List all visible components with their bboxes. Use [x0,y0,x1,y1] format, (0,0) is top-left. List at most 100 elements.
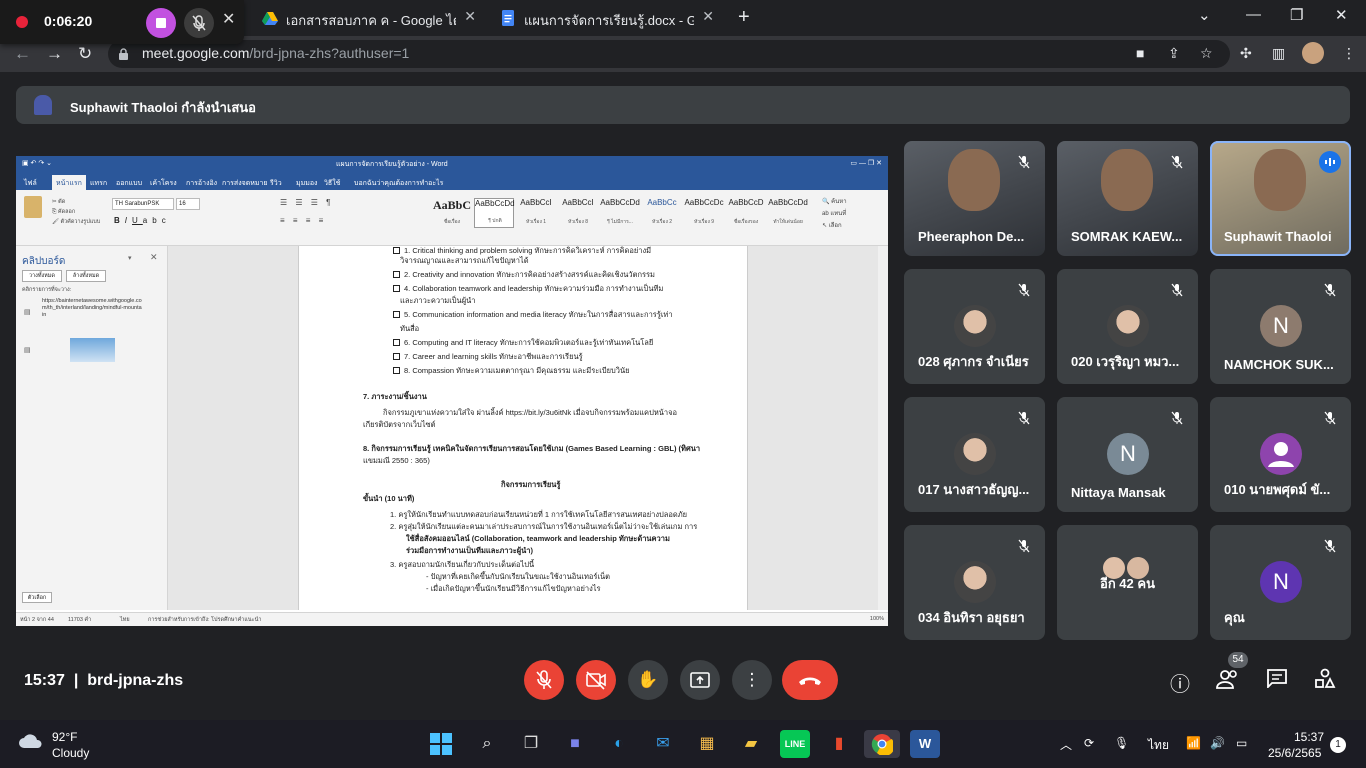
participant-tile[interactable]: อีก 42 คน [1057,525,1198,640]
meeting-details-button[interactable]: ⓘ [1170,668,1190,697]
participant-tile[interactable]: Suphawit Thaoloi [1210,141,1351,256]
more-options-button[interactable]: ⋮ [732,660,772,700]
participant-tile[interactable]: 034 อินทิรา อยุธยา [904,525,1045,640]
checkbox-icon [393,311,400,318]
word-icon[interactable]: W [910,730,940,758]
battery-icon[interactable]: ▭ [1236,736,1247,750]
close-window-button[interactable]: ✕ [1335,6,1348,24]
minimize-button[interactable]: — [1246,6,1261,23]
ribbon-tab: หน้าแรก [52,175,86,190]
paragraph-group: ☰ ☰ ☰ ¶ [280,198,334,207]
activities-button[interactable] [1314,668,1336,696]
style-sample: AaBbCcI [562,198,594,207]
present-icon [690,672,710,688]
clipboard-item-text: https://bainternetawesome.withgoogle.com… [42,298,142,318]
extensions-icon[interactable]: ✣ [1240,45,1252,62]
participant-video [1101,149,1153,211]
people-button[interactable] [1216,668,1240,696]
document-line: ใช้สื่อสังคมออนไลน์ (Collaboration, team… [406,534,670,544]
mic-muted-button[interactable] [184,8,214,38]
new-tab-button[interactable]: + [738,6,750,29]
sync-icon[interactable]: ⟳ [1084,736,1094,750]
participant-tile[interactable]: 028 ศุภากร จำเนียร [904,269,1045,384]
input-language[interactable]: ไทย [1148,736,1169,755]
leave-call-button[interactable] [782,660,838,700]
participant-tile[interactable]: N NAMCHOK SUK... [1210,269,1351,384]
start-button[interactable] [426,730,456,758]
teams-chat-icon[interactable]: ■ [560,730,590,758]
participant-photo [954,305,996,347]
line-app-icon[interactable]: LINE [780,730,810,758]
style-option: AaBbCc หัวเรื่อง 2 [642,198,682,228]
back-button[interactable]: ← [14,44,31,64]
mail-icon[interactable]: ✉ [648,730,678,758]
font-name-box: TH SarabunPSK [112,198,174,210]
chat-button[interactable] [1266,668,1288,694]
close-tab-icon[interactable]: ✕ [464,8,476,25]
share-icon[interactable]: ⇪ [1168,45,1180,62]
close-tab-icon[interactable]: ✕ [702,8,714,25]
participant-tile[interactable]: 020 เวรุริญา หมว... [1057,269,1198,384]
microphone-icon[interactable]: 🎙 [1114,736,1129,750]
file-explorer-icon[interactable]: ▰ [736,730,766,758]
google-docs-icon [502,10,514,26]
participant-tile[interactable]: 010 นายพศุดม์ ขั... [1210,397,1351,512]
mic-muted-icon [1013,535,1035,557]
present-now-button[interactable] [680,660,720,700]
style-sample: AaBbCcDd [768,198,808,207]
document-line: เกียรติบัตรจากเว็บไซต์ [363,420,435,430]
line-text: - ปัญหาที่เคยเกิดขึ้นกับนักเรียนในขณะใช้… [426,572,611,581]
line-text: กิจกรรมภูเขาแห่งความใส่ใจ ผ่านลิ้งค์ htt… [383,408,678,417]
url-path: /brd-jpna-zhs?authuser=1 [249,45,410,61]
volume-icon[interactable]: 🔊 [1210,736,1225,750]
line-text: ใช้สื่อสังคมออนไลน์ (Collaboration, team… [406,534,670,543]
menu-kebab-icon[interactable]: ⋮ [1342,45,1356,62]
checkbox-icon [393,271,400,278]
participant-tile[interactable]: SOMRAK KAEW... [1057,141,1198,256]
reload-button[interactable]: ↻ [78,44,92,64]
camera-off-button[interactable] [576,660,616,700]
profile-avatar[interactable] [1302,42,1324,64]
style-option: AaBbCcDd ¶ ไม่มีการ... [600,198,640,228]
tab-google-docs[interactable]: แผนการจัดการเรียนรู้.docx - Google ✕ [488,4,724,32]
office-icon[interactable]: ▮ [824,730,854,758]
mic-off-button[interactable] [524,660,564,700]
close-icon[interactable]: ✕ [222,9,235,29]
participant-tile[interactable]: Pheeraphon De... [904,141,1045,256]
weather-desc[interactable]: Cloudy [52,746,89,760]
participant-tile[interactable]: 017 นางสาวธัญญ... [904,397,1045,512]
side-panel-icon[interactable]: ▥ [1272,45,1285,62]
line-text: 2. Creativity and innovation ทักษะการคิด… [404,270,655,279]
tab-label: แผนการจัดการเรียนรู้.docx - Google [524,13,694,28]
ribbon-tab: การอ้างอิง [186,180,218,187]
clock-time[interactable]: 15:37 [1294,730,1324,744]
bookmark-star-icon[interactable]: ☆ [1200,45,1213,62]
participant-name: Suphawit Thaoloi [1224,229,1332,244]
line-text: ร่วมมือการทำงานเป็นทีมและภาวะผู้นำ) [406,546,533,555]
language-status: ไทย [120,617,130,623]
participant-tile[interactable]: N คุณ [1210,525,1351,640]
stop-recording-button[interactable] [146,8,176,38]
show-hidden-icons[interactable]: ︿ [1060,736,1072,753]
restore-button[interactable]: ❐ [1290,6,1303,24]
search-icon[interactable]: ⌕ [472,730,502,758]
tab-google-drive[interactable]: เอกสารสอบภาค ค - Google ไดรฟ์ ✕ [250,4,486,32]
chrome-icon[interactable] [864,730,900,758]
windows-logo-icon [430,733,452,755]
tab-search-chevron-icon[interactable]: ⌄ [1198,6,1211,24]
participant-tile[interactable]: N Nittaya Mansak [1057,397,1198,512]
raise-hand-button[interactable]: ✋ [628,660,668,700]
participant-initial-avatar: N [1107,433,1149,475]
paste-all-button: วางทั้งหมด [22,270,62,282]
recording-dot-icon [16,16,28,28]
notification-badge[interactable]: 1 [1330,737,1346,753]
weather-temp[interactable]: 92°F [52,730,77,744]
clock-date[interactable]: 25/6/2565 [1268,746,1321,760]
edge-icon[interactable]: ◐ [604,730,634,758]
camera-permission-icon[interactable]: ■ [1136,45,1144,61]
forward-button[interactable]: → [46,44,63,64]
wifi-icon[interactable]: 📶 [1186,736,1201,750]
task-view-icon[interactable]: ❐ [516,730,546,758]
store-icon[interactable]: ▦ [692,730,722,758]
document-line: - ปัญหาที่เคยเกิดขึ้นกับนักเรียนในขณะใช้… [426,572,610,582]
